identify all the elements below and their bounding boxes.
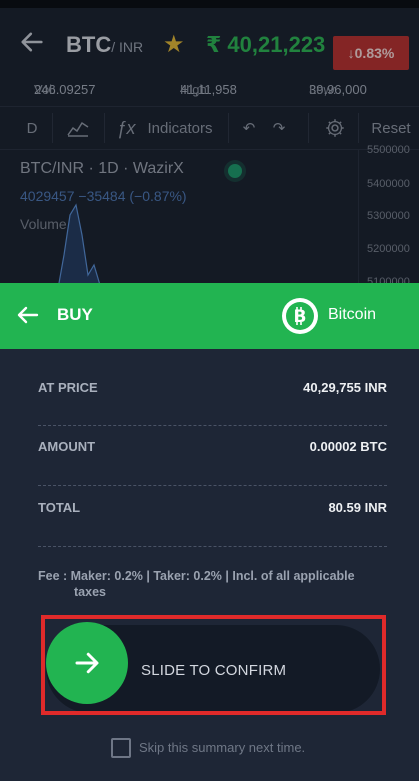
fee-note: Fee : Maker: 0.2% | Taker: 0.2% | Incl. …: [38, 568, 387, 600]
at-price-row: AT PRICE 40,29,755 INR: [38, 376, 387, 400]
highlight-box: [41, 615, 386, 715]
skip-summary-option[interactable]: Skip this summary next time.: [111, 738, 341, 760]
order-summary: AT PRICE 40,29,755 INR AMOUNT 0.00002 BT…: [0, 349, 419, 781]
skip-summary-label: Skip this summary next time.: [139, 740, 306, 755]
sheet-back-arrow-icon[interactable]: [16, 303, 40, 327]
skip-summary-checkbox[interactable]: [111, 738, 131, 758]
sheet-title: BUY: [57, 305, 93, 324]
total-row: TOTAL 80.59 INR: [38, 496, 387, 520]
amount-row: AMOUNT 0.00002 BTC: [38, 435, 387, 459]
svg-text:B: B: [294, 307, 307, 327]
bitcoin-logo-icon: B: [282, 298, 318, 334]
fee-line: Fee : Maker: 0.2% | Taker: 0.2% | Incl. …: [38, 569, 355, 583]
row-label: AMOUNT: [38, 439, 96, 454]
coin-name: Bitcoin: [328, 306, 377, 323]
row-value: 0.00002 BTC: [309, 439, 387, 454]
dim-overlay[interactable]: [0, 0, 419, 300]
row-value: 40,29,755 INR: [303, 380, 387, 395]
row-label: TOTAL: [38, 500, 81, 515]
divider: [38, 546, 387, 547]
row-label: AT PRICE: [38, 380, 98, 395]
row-value: 80.59 INR: [328, 500, 387, 515]
divider: [38, 425, 387, 426]
divider: [38, 485, 387, 486]
fee-line: taxes: [74, 585, 106, 599]
trading-screen: BTC/ INR ★ ₹ 40,21,223 ↓0.83% Vol: 246.0…: [0, 0, 419, 300]
buy-sheet-header: BUY B Bitcoin: [0, 283, 419, 349]
